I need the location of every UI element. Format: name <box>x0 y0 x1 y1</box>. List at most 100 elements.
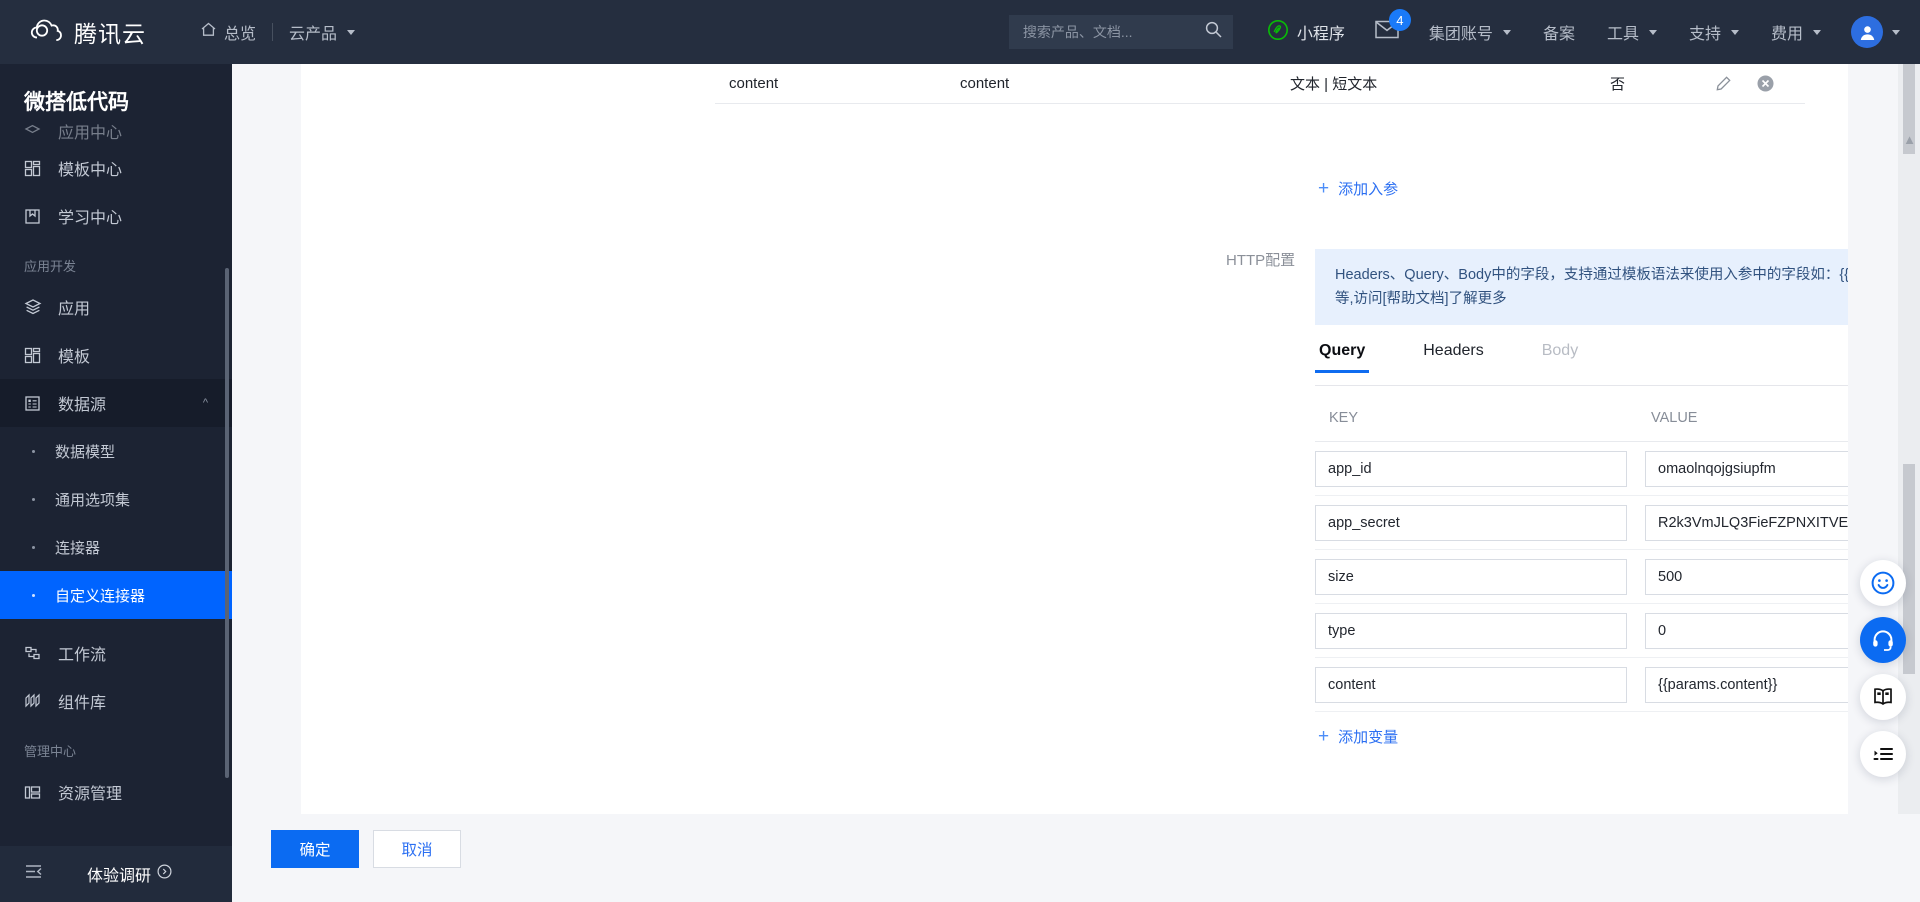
top-nav: 总览 云产品 <box>184 0 371 64</box>
table-row: content {{params.content}} 删除 <box>1315 658 1848 712</box>
scroll-up-arrow-icon[interactable]: ▲ <box>1903 132 1916 147</box>
sidebar-scrollbar[interactable] <box>225 268 229 778</box>
sidebar-item-connector[interactable]: 连接器 <box>0 523 232 571</box>
apps-icon <box>24 123 44 140</box>
sidebar-item-application[interactable]: 应用 <box>0 283 232 331</box>
query-value-input[interactable]: 500 <box>1645 558 1848 595</box>
bullet-icon <box>32 593 35 597</box>
query-value-input[interactable]: 0 <box>1645 612 1848 649</box>
bullet-icon <box>32 497 35 501</box>
sidebar-item-app-center[interactable]: 应用中心 <box>0 118 232 144</box>
param-type: 文本 | 短文本 <box>1290 76 1378 93</box>
sidebar: 微搭低代码 应用中心 模板中心 学习中心 应用开发 应用 模板 数据源 ^ 数据… <box>0 64 232 902</box>
sidebar-item-datasource[interactable]: 数据源 ^ <box>0 379 232 427</box>
param-required: 否 <box>1610 76 1626 93</box>
pencil-icon[interactable] <box>1715 75 1732 92</box>
tools-label: 工具 <box>1606 26 1639 43</box>
template-icon <box>24 347 44 364</box>
http-config-notice: Headers、Query、Body中的字段，支持通过模板语法来使用入参中的字段… <box>1315 249 1848 325</box>
table-row: type 0 删除 <box>1315 604 1848 658</box>
sidebar-item-template-label: 模板 <box>58 349 91 366</box>
nav-item-group-account[interactable]: 集团账号 <box>1413 0 1527 64</box>
http-config-label: HTTP配置 <box>1226 252 1296 269</box>
sidebar-item-workflow-label: 工作流 <box>58 647 107 664</box>
group-account-label: 集团账号 <box>1428 26 1493 43</box>
headset-support-icon[interactable] <box>1860 617 1906 663</box>
query-value-input[interactable]: {{params.content}} <box>1645 666 1848 703</box>
nav-item-cloud-products-label: 云产品 <box>289 26 338 43</box>
query-value-input[interactable]: R2k3VmJLQ3FieFZPNXITVEMySIZjUT09 <box>1645 504 1848 541</box>
sidebar-item-template[interactable]: 模板 <box>0 331 232 379</box>
nav-item-overview[interactable]: 总览 <box>184 0 272 64</box>
query-key-input[interactable]: type <box>1315 612 1627 649</box>
close-circle-icon[interactable] <box>1756 74 1775 93</box>
tab-query[interactable]: Query <box>1315 342 1370 373</box>
sidebar-item-custom-connector[interactable]: 自定义连接器 <box>0 571 232 619</box>
confirm-button[interactable]: 确定 <box>271 830 359 868</box>
mini-program-entry[interactable]: 小程序 <box>1251 19 1361 46</box>
query-key-input[interactable]: app_secret <box>1315 504 1627 541</box>
nav-item-billing[interactable]: 费用 <box>1755 0 1837 64</box>
beian-label: 备案 <box>1542 26 1575 43</box>
sidebar-item-component-library-label: 组件库 <box>58 695 107 712</box>
template-center-icon <box>24 160 44 177</box>
tab-body-label: Body <box>1541 342 1579 359</box>
arrow-right-circle-icon <box>157 864 172 884</box>
query-key-input[interactable]: content <box>1315 666 1627 703</box>
query-key-input[interactable]: size <box>1315 558 1627 595</box>
brand-name: 腾讯云 <box>74 21 146 47</box>
smiley-feedback-icon[interactable] <box>1860 560 1906 606</box>
search-icon[interactable] <box>1204 20 1223 44</box>
tab-query-label: Query <box>1319 342 1366 359</box>
cancel-button[interactable]: 取消 <box>373 830 461 868</box>
search-input[interactable] <box>1022 24 1204 40</box>
tab-body[interactable]: Body <box>1538 342 1582 372</box>
bullet-icon <box>32 545 35 549</box>
mail-badge: 4 <box>1388 9 1411 31</box>
param-name: content <box>729 75 779 92</box>
search-box[interactable] <box>1008 15 1233 49</box>
query-key-input[interactable]: app_id <box>1315 450 1627 487</box>
app-root: 腾讯云 总览 云产品 搜索产品、文档... 小程序 4 集团账号 备案 工具 支… <box>0 0 1920 902</box>
nav-item-tools[interactable]: 工具 <box>1591 0 1673 64</box>
top-header: 腾讯云 总览 云产品 搜索产品、文档... 小程序 4 集团账号 备案 工具 支… <box>0 0 1920 64</box>
connector-detail-panel: content content 文本 | 短文本 否 + 添加入参 HTTP配置… <box>600 64 1848 814</box>
add-param-button[interactable]: + 添加入参 <box>1318 178 1398 199</box>
chevron-up-icon[interactable]: ^ <box>203 397 208 409</box>
chevron-down-icon <box>1648 29 1657 35</box>
chevron-down-icon <box>1502 29 1511 35</box>
avatar[interactable] <box>1837 16 1920 48</box>
survey-entry[interactable]: 体验调研 <box>87 862 172 886</box>
layers-icon <box>24 298 44 316</box>
component-library-icon <box>24 693 44 710</box>
table-row: app_secret R2k3VmJLQ3FieFZPNXITVEMySIZjU… <box>1315 496 1848 550</box>
sidebar-item-app-center-label: 应用中心 <box>58 125 123 142</box>
sidebar-item-option-set[interactable]: 通用选项集 <box>0 475 232 523</box>
sidebar-item-template-center[interactable]: 模板中心 <box>0 144 232 192</box>
list-menu-icon[interactable] <box>1860 731 1906 777</box>
sidebar-item-data-model-label: 数据模型 <box>55 443 116 461</box>
chevron-down-icon <box>1892 29 1900 35</box>
add-param-label: 添加入参 <box>1338 181 1399 198</box>
book-docs-icon[interactable] <box>1860 674 1906 720</box>
sidebar-item-workflow[interactable]: 工作流 <box>0 629 232 677</box>
sidebar-item-learning-center[interactable]: 学习中心 <box>0 192 232 240</box>
tab-headers[interactable]: Headers <box>1419 342 1487 372</box>
mail-entry[interactable]: 4 <box>1361 9 1413 44</box>
sidebar-item-component-library[interactable]: 组件库 <box>0 677 232 725</box>
nav-item-beian[interactable]: 备案 <box>1527 0 1591 64</box>
nav-item-cloud-products[interactable]: 云产品 <box>273 0 371 64</box>
add-variable-button[interactable]: + 添加变量 <box>1318 726 1398 747</box>
sidebar-item-data-model[interactable]: 数据模型 <box>0 427 232 475</box>
table-row: content content 文本 | 短文本 否 <box>715 64 1805 104</box>
param-title: content <box>960 75 1010 92</box>
query-value-input[interactable]: omaolnqojgsiupfm <box>1645 450 1848 487</box>
collapse-sidebar-icon[interactable] <box>24 862 43 886</box>
sidebar-item-resource-management[interactable]: 资源管理 <box>0 768 232 816</box>
sidebar-item-custom-connector-label: 自定义连接器 <box>55 587 146 605</box>
brand[interactable]: 腾讯云 <box>26 13 146 51</box>
tencent-cloud-logo-icon <box>26 13 64 51</box>
sidebar-item-connector-label: 连接器 <box>55 539 101 557</box>
nav-item-support[interactable]: 支持 <box>1673 0 1755 64</box>
sidebar-item-template-center-label: 模板中心 <box>58 162 123 179</box>
